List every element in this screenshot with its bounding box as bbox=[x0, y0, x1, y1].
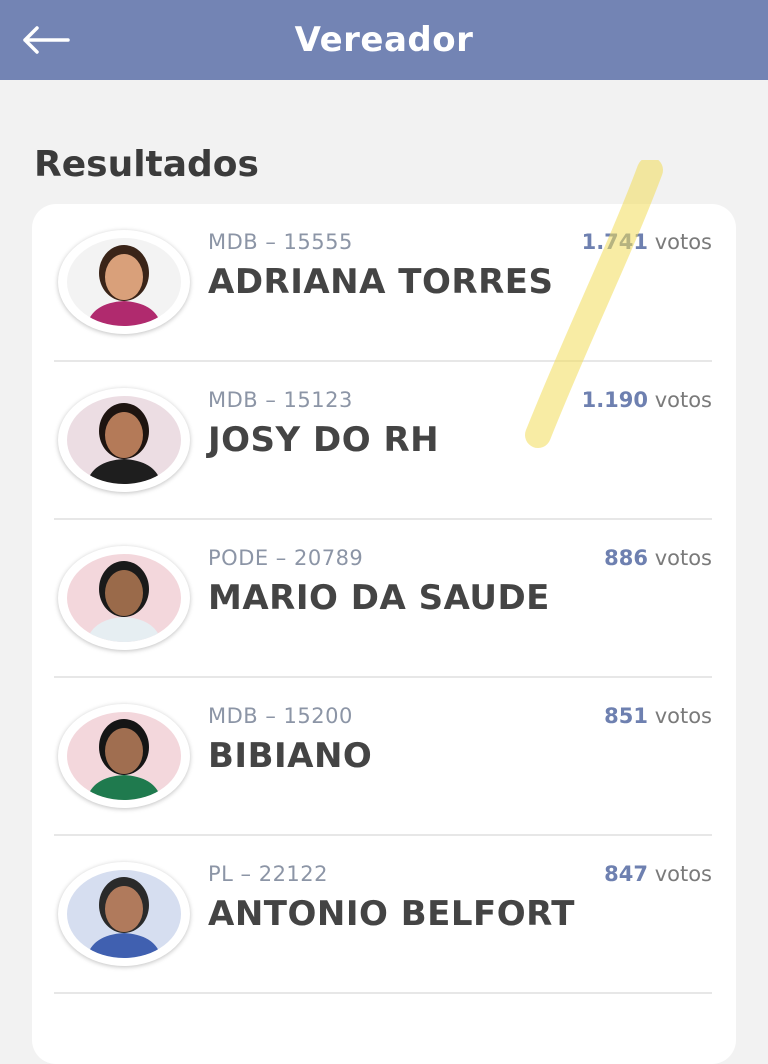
candidate-avatar bbox=[58, 862, 190, 966]
votes-count: 851 bbox=[604, 704, 649, 728]
candidate-name: JOSY DO RH bbox=[208, 420, 440, 460]
arrow-left-icon bbox=[23, 26, 70, 54]
candidate-party: MDB – 15555 bbox=[208, 230, 353, 254]
section-title: Resultados bbox=[34, 142, 259, 182]
candidate-votes: 1.741 votos bbox=[582, 230, 712, 254]
candidate-votes: 847 votos bbox=[604, 862, 712, 886]
candidate-party: PL – 22122 bbox=[208, 862, 329, 886]
votes-label: votos bbox=[648, 388, 712, 412]
candidate-name: MARIO DA SAUDE bbox=[208, 578, 550, 618]
back-button[interactable] bbox=[18, 20, 72, 60]
results-card: MDB – 15555 1.741 votos ADRIANA TORRES MDB … bbox=[32, 204, 736, 1064]
votes-label: votos bbox=[648, 230, 712, 254]
candidate-party: MDB – 15200 bbox=[208, 704, 353, 728]
candidate-name: BIBIANO bbox=[208, 736, 373, 776]
section-title-text: Resultados bbox=[34, 144, 259, 182]
candidate-row[interactable]: MDB – 15123 1.190 votos JOSY DO RH bbox=[54, 362, 712, 520]
candidate-name: ADRIANA TORRES bbox=[208, 262, 554, 302]
votes-count: 1.190 bbox=[581, 388, 649, 412]
candidate-row[interactable]: MDB – 15555 1.741 votos ADRIANA TORRES bbox=[54, 204, 712, 362]
candidate-avatar bbox=[58, 704, 190, 808]
candidate-party: MDB – 15123 bbox=[208, 388, 353, 412]
candidate-row[interactable]: PL – 22122 847 votos ANTONIO BELFORT bbox=[54, 836, 712, 994]
candidate-avatar bbox=[58, 230, 190, 334]
candidate-avatar bbox=[58, 388, 190, 492]
votes-count: 886 bbox=[604, 546, 649, 570]
votes-count: 847 bbox=[604, 862, 649, 886]
candidate-votes: 886 votos bbox=[604, 546, 712, 570]
candidate-avatar bbox=[58, 546, 190, 650]
candidate-row[interactable]: PODE – 20789 886 votos MARIO DA SAUDE bbox=[54, 520, 712, 678]
votes-label: votos bbox=[648, 546, 712, 570]
candidate-row[interactable]: MDB – 15200 851 votos BIBIANO bbox=[54, 678, 712, 836]
app-bar: Vereador bbox=[0, 0, 768, 80]
candidate-name: ANTONIO BELFORT bbox=[208, 894, 575, 934]
page-title: Vereador bbox=[294, 20, 474, 60]
candidate-votes: 851 votos bbox=[604, 704, 712, 728]
votes-count: 1.741 bbox=[581, 230, 649, 254]
votes-label: votos bbox=[648, 862, 712, 886]
candidate-votes: 1.190 votos bbox=[582, 388, 712, 412]
votes-label: votos bbox=[648, 704, 712, 728]
candidate-party: PODE – 20789 bbox=[208, 546, 364, 570]
